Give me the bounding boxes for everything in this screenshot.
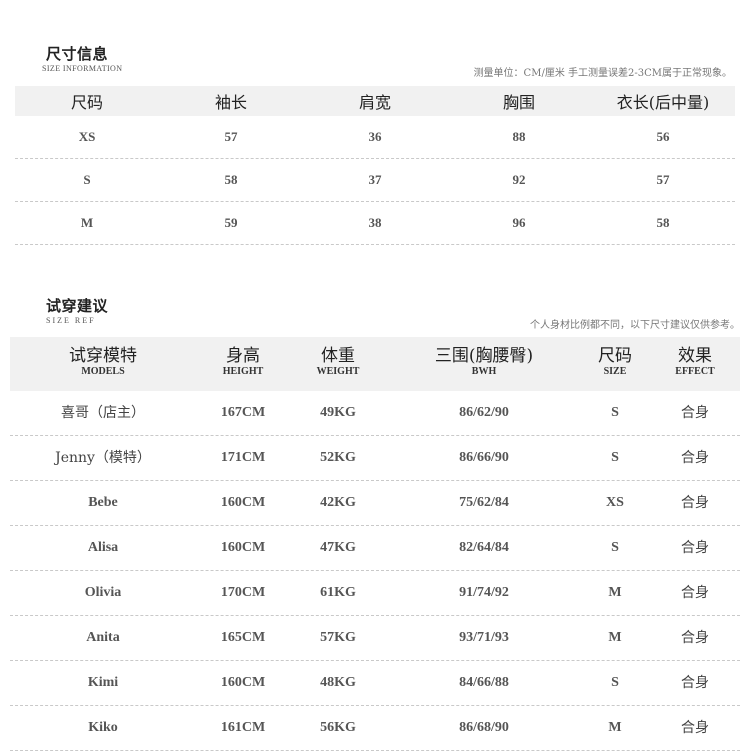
size-header-cell: 袖长 <box>214 93 247 112</box>
table-cell: 38 <box>368 215 382 230</box>
try-ref-title: 试穿建议 <box>46 297 109 315</box>
table-cell: M <box>80 215 94 230</box>
height-value: 161CM <box>220 720 266 735</box>
size-value: XS <box>606 495 624 510</box>
bwh-value: 86/66/90 <box>459 450 509 465</box>
height-value: 165CM <box>220 630 266 645</box>
height-value: 160CM <box>220 495 266 510</box>
effect-value: 合身 <box>681 720 709 736</box>
size-value: S <box>611 540 619 555</box>
table-row: Olivia 170CM 61KG 91/74/92 M 合身 <box>10 571 740 616</box>
weight-value: 52KG <box>320 450 356 465</box>
table-row: Kimi 160CM 48KG 84/66/88 S 合身 <box>10 661 740 706</box>
bwh-value: 84/66/88 <box>459 675 509 690</box>
size-header-cell: 肩宽 <box>358 93 391 112</box>
effect-value: 合身 <box>681 450 709 466</box>
bwh-header: 三围(胸腰臀) BWH <box>434 346 534 377</box>
table-cell: 88 <box>512 129 526 144</box>
bwh-value: 86/68/90 <box>459 720 509 735</box>
effect-value: 合身 <box>681 630 709 646</box>
height-value: 160CM <box>220 540 266 555</box>
effect-value: 合身 <box>681 405 709 421</box>
size-table-header: 尺码 袖长 肩宽 胸围 衣长(后中量) <box>15 86 735 116</box>
effect-value: 合身 <box>681 540 709 556</box>
table-row: Anita 165CM 57KG 93/71/93 M 合身 <box>10 616 740 661</box>
size-header-cell: 衣长(后中量) <box>616 93 710 112</box>
weight-value: 61KG <box>320 585 356 600</box>
table-cell: XS <box>78 129 96 144</box>
table-row: Kiko 161CM 56KG 86/68/90 M 合身 <box>10 706 740 751</box>
bwh-value: 75/62/84 <box>459 495 509 510</box>
height-value: 171CM <box>220 450 266 465</box>
size-header-cell: 尺码 <box>70 93 103 112</box>
effect-header: 效果 EFFECT <box>675 346 715 377</box>
size-value: M <box>608 630 622 645</box>
table-cell: 96 <box>512 215 526 230</box>
model-name: Alisa <box>87 540 119 555</box>
weight-value: 57KG <box>320 630 356 645</box>
size-value: S <box>611 450 619 465</box>
effect-value: 合身 <box>681 585 709 601</box>
height-value: 167CM <box>220 405 266 420</box>
height-value: 170CM <box>220 585 266 600</box>
weight-value: 56KG <box>320 720 356 735</box>
table-cell: 58 <box>656 215 670 230</box>
model-name: Kimi <box>87 675 119 690</box>
model-name: Olivia <box>84 585 122 600</box>
try-ref-subtitle: SIZE REF <box>46 316 96 325</box>
effect-value: 合身 <box>681 495 709 511</box>
model-name: Anita <box>86 630 120 645</box>
size-value: S <box>611 675 619 690</box>
model-name: 喜哥（店主） <box>61 405 145 421</box>
weight-value: 47KG <box>320 540 356 555</box>
size-table: 尺码 袖长 肩宽 胸围 衣长(后中量) XS 57 36 88 56 S 58 … <box>15 86 735 245</box>
try-ref-note: 个人身材比例都不同，以下尺寸建议仅供参考。 <box>530 320 740 331</box>
weight-value: 48KG <box>320 675 356 690</box>
bwh-value: 82/64/84 <box>459 540 509 555</box>
size-info-note: 测量单位：CM/厘米 手工测量误差2-3CM属于正常现象。 <box>473 68 732 79</box>
models-header: 试穿模特 MODELS <box>69 346 137 377</box>
table-row: 喜哥（店主） 167CM 49KG 86/62/90 S 合身 <box>10 391 740 436</box>
table-cell: 92 <box>512 172 526 187</box>
table-row: Jenny（模特） 171CM 52KG 86/66/90 S 合身 <box>10 436 740 481</box>
try-ref-header: 试穿模特 MODELS 身高 HEIGHT 体重 WEIGHT 三围(胸腰臀) BWH … <box>10 337 740 391</box>
size-info-subtitle: SIZE INFORMATION <box>42 64 123 73</box>
table-row: Alisa 160CM 47KG 82/64/84 S 合身 <box>10 526 740 571</box>
size-header: 尺码 SIZE <box>598 346 632 377</box>
table-cell: 58 <box>224 172 238 187</box>
size-info-title: 尺寸信息 <box>46 45 109 63</box>
table-cell: S <box>83 172 91 187</box>
height-header: 身高 HEIGHT <box>222 346 264 377</box>
height-value: 160CM <box>220 675 266 690</box>
table-cell: 59 <box>224 215 238 230</box>
model-name: Jenny（模特） <box>55 450 151 466</box>
table-cell: 36 <box>368 129 382 144</box>
table-cell: 37 <box>368 172 382 187</box>
bwh-value: 91/74/92 <box>459 585 509 600</box>
size-header-cell: 胸围 <box>502 93 535 112</box>
table-row: M 59 38 96 58 <box>15 202 735 245</box>
table-cell: 57 <box>656 172 670 187</box>
weight-value: 49KG <box>320 405 356 420</box>
table-row: S 58 37 92 57 <box>15 159 735 202</box>
bwh-value: 93/71/93 <box>459 630 509 645</box>
table-cell: 57 <box>224 129 238 144</box>
bwh-value: 86/62/90 <box>459 405 509 420</box>
size-value: M <box>608 720 622 735</box>
table-cell: 56 <box>656 129 670 144</box>
size-value: S <box>611 405 619 420</box>
try-ref-table: 试穿模特 MODELS 身高 HEIGHT 体重 WEIGHT 三围(胸腰臀) BWH … <box>10 337 740 751</box>
size-value: M <box>608 585 622 600</box>
effect-value: 合身 <box>681 675 709 691</box>
model-name: Bebe <box>88 495 118 510</box>
weight-header: 体重 WEIGHT <box>316 346 360 377</box>
table-row: XS 57 36 88 56 <box>15 116 735 159</box>
table-row: Bebe 160CM 42KG 75/62/84 XS 合身 <box>10 481 740 526</box>
model-name: Kiko <box>88 720 118 735</box>
weight-value: 42KG <box>320 495 356 510</box>
